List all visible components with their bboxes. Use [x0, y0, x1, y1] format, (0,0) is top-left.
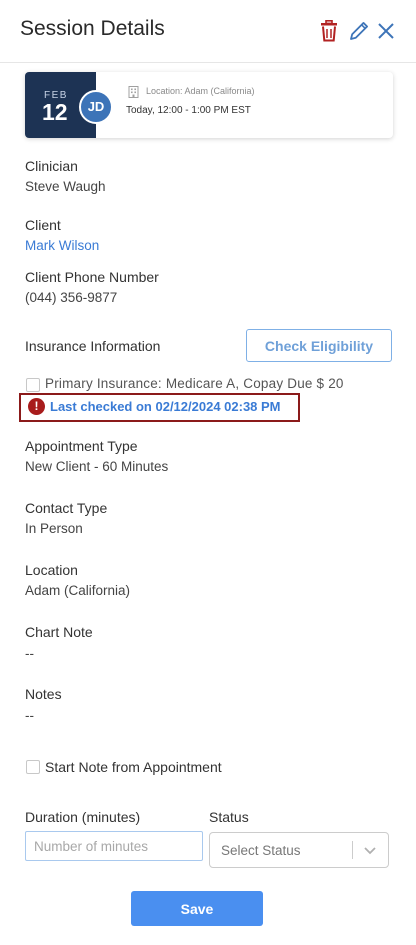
status-label: Status — [209, 809, 249, 825]
notes-label: Notes — [25, 686, 62, 702]
session-location: Location: Adam (California) — [146, 86, 255, 96]
contact-type-value: In Person — [25, 521, 83, 536]
avatar: JD — [79, 90, 113, 124]
primary-insurance-checkbox[interactable] — [26, 378, 40, 392]
session-time: Today, 12:00 - 1:00 PM EST — [126, 105, 251, 116]
location-value: Adam (California) — [25, 583, 131, 598]
chart-note-value: -- — [25, 646, 34, 661]
start-note-checkbox[interactable] — [26, 760, 40, 774]
client-link[interactable]: Mark Wilson — [25, 238, 99, 253]
notes-value: -- — [25, 708, 34, 723]
last-checked-notice: ! Last checked on 02/12/2024 02:38 PM — [19, 393, 300, 422]
building-icon — [128, 86, 139, 98]
close-icon[interactable] — [375, 20, 397, 42]
duration-input[interactable] — [25, 831, 203, 861]
session-card: FEB 12 JD Location: Adam (California) To… — [25, 72, 393, 138]
select-separator — [352, 841, 353, 859]
start-note-label: Start Note from Appointment — [45, 759, 222, 775]
warning-icon: ! — [28, 398, 45, 415]
insurance-label: Insurance Information — [25, 338, 161, 354]
location-label: Location — [25, 562, 78, 578]
header: Session Details — [0, 0, 416, 63]
client-phone-value: (044) 356-9877 — [25, 290, 118, 305]
contact-type-label: Contact Type — [25, 500, 108, 516]
check-eligibility-button[interactable]: Check Eligibility — [246, 329, 392, 362]
appointment-type-label: Appointment Type — [25, 438, 138, 454]
date-day: 12 — [42, 99, 68, 125]
duration-label: Duration (minutes) — [25, 809, 141, 825]
status-placeholder: Select Status — [221, 843, 301, 858]
clinician-value: Steve Waugh — [25, 179, 106, 194]
pencil-icon[interactable] — [348, 20, 370, 42]
primary-insurance-label: Primary Insurance: Medicare A, Copay Due… — [45, 376, 344, 391]
client-label: Client — [25, 217, 61, 233]
trash-icon[interactable] — [318, 20, 340, 42]
client-phone-label: Client Phone Number — [25, 269, 159, 285]
last-checked-text: Last checked on 02/12/2024 02:38 PM — [50, 399, 281, 414]
save-button[interactable]: Save — [131, 891, 263, 926]
page-title: Session Details — [20, 17, 165, 40]
chevron-down-icon[interactable] — [362, 842, 378, 858]
status-select[interactable]: Select Status — [209, 832, 389, 868]
clinician-label: Clinician — [25, 158, 78, 174]
appointment-type-value: New Client - 60 Minutes — [25, 459, 169, 474]
chart-note-label: Chart Note — [25, 624, 93, 640]
